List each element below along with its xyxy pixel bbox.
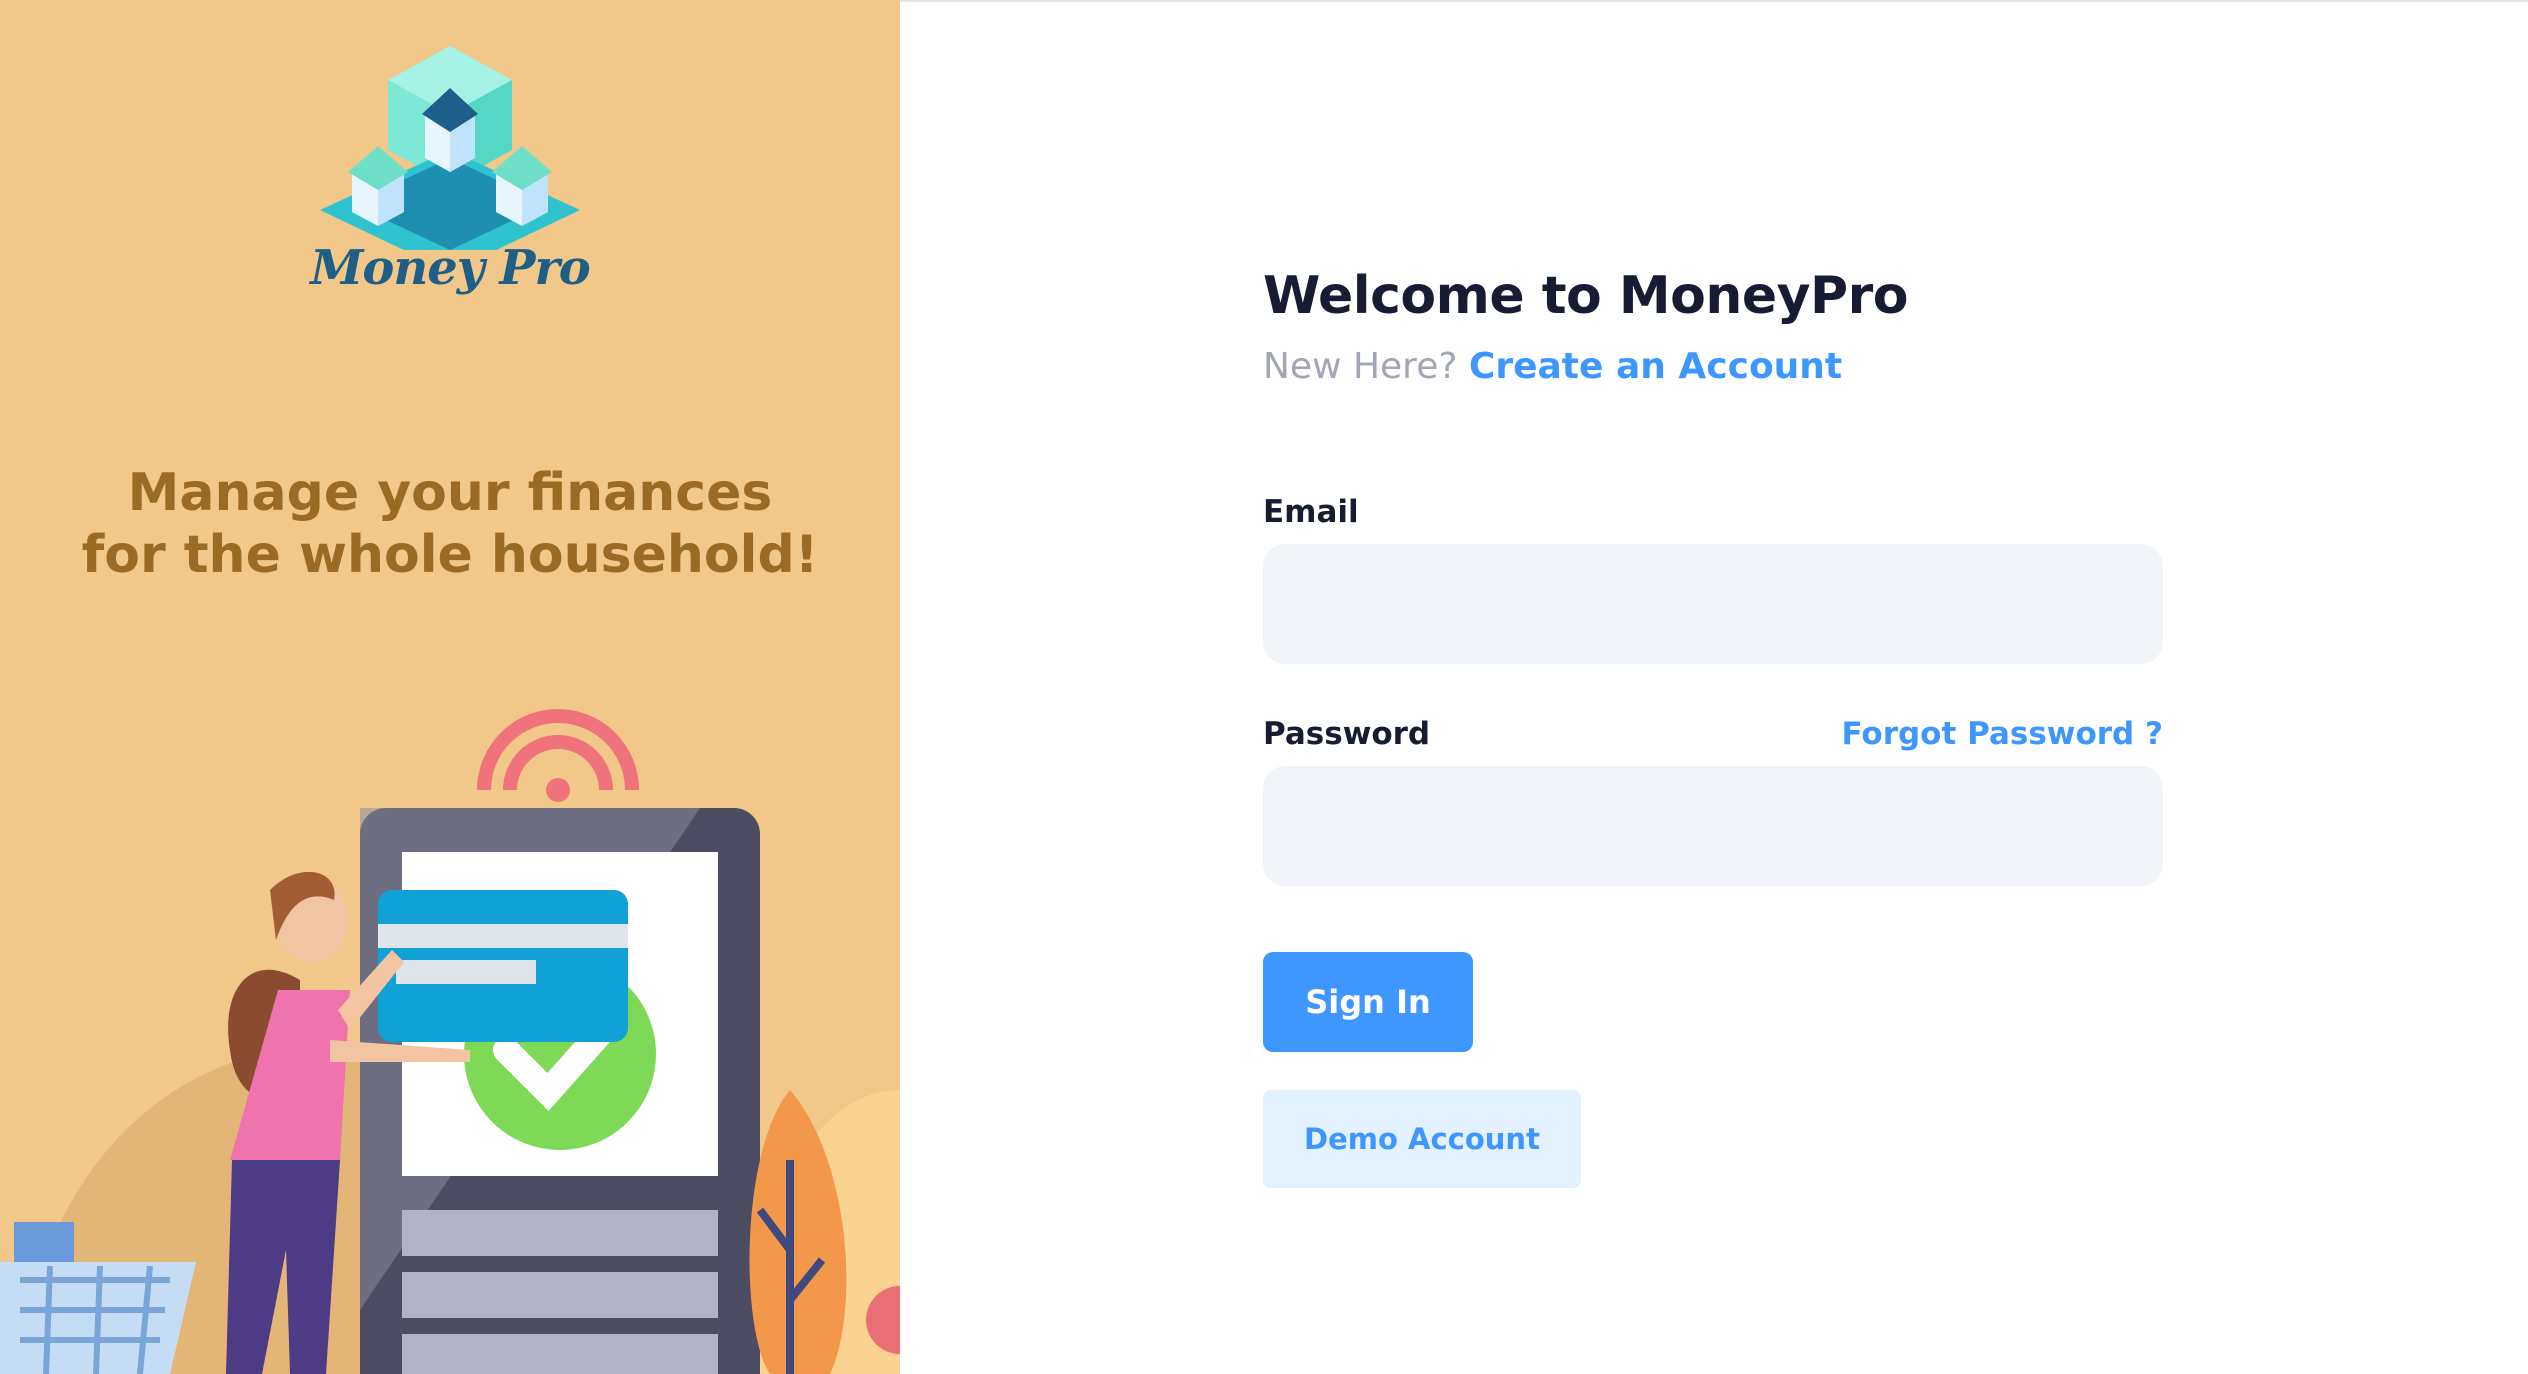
login-page: Money Pro Manage your finances for the w… xyxy=(0,0,2528,1374)
password-group: Password Forgot Password ? xyxy=(1263,714,2163,886)
email-label: Email xyxy=(1263,494,1359,530)
woman-paying-with-card-illustration-icon xyxy=(0,709,900,1374)
login-form: Welcome to MoneyPro New Here? Create an … xyxy=(1263,258,2163,1188)
payment-illustration xyxy=(0,690,900,1374)
tagline-line-2: for the whole household! xyxy=(81,525,819,585)
new-here-text: New Here? xyxy=(1263,346,1458,387)
brand-tagline: Manage your finances for the whole house… xyxy=(0,462,900,586)
password-field[interactable] xyxy=(1263,766,2163,886)
email-label-row: Email xyxy=(1263,492,2163,532)
brand-panel: Money Pro Manage your finances for the w… xyxy=(0,0,900,1374)
houses-cube-logo-icon xyxy=(320,46,580,250)
login-panel: Welcome to MoneyPro New Here? Create an … xyxy=(900,0,2528,1374)
create-account-link[interactable]: Create an Account xyxy=(1469,346,1842,387)
brand-logo-text: Money Pro xyxy=(310,240,591,296)
page-title: Welcome to MoneyPro xyxy=(1263,266,1909,326)
email-field[interactable] xyxy=(1263,544,2163,664)
forgot-password-link[interactable]: Forgot Password ? xyxy=(1841,716,2163,752)
brand-logo[interactable]: Money Pro xyxy=(290,40,610,330)
signup-prompt: New Here? Create an Account xyxy=(1263,342,2163,392)
email-group: Email xyxy=(1263,492,2163,664)
password-label: Password xyxy=(1263,716,1431,752)
sign-in-button[interactable]: Sign In xyxy=(1263,952,1473,1052)
password-label-row: Password Forgot Password ? xyxy=(1263,714,2163,754)
tagline-line-1: Manage your finances xyxy=(127,463,773,523)
demo-account-button[interactable]: Demo Account xyxy=(1263,1090,1581,1188)
